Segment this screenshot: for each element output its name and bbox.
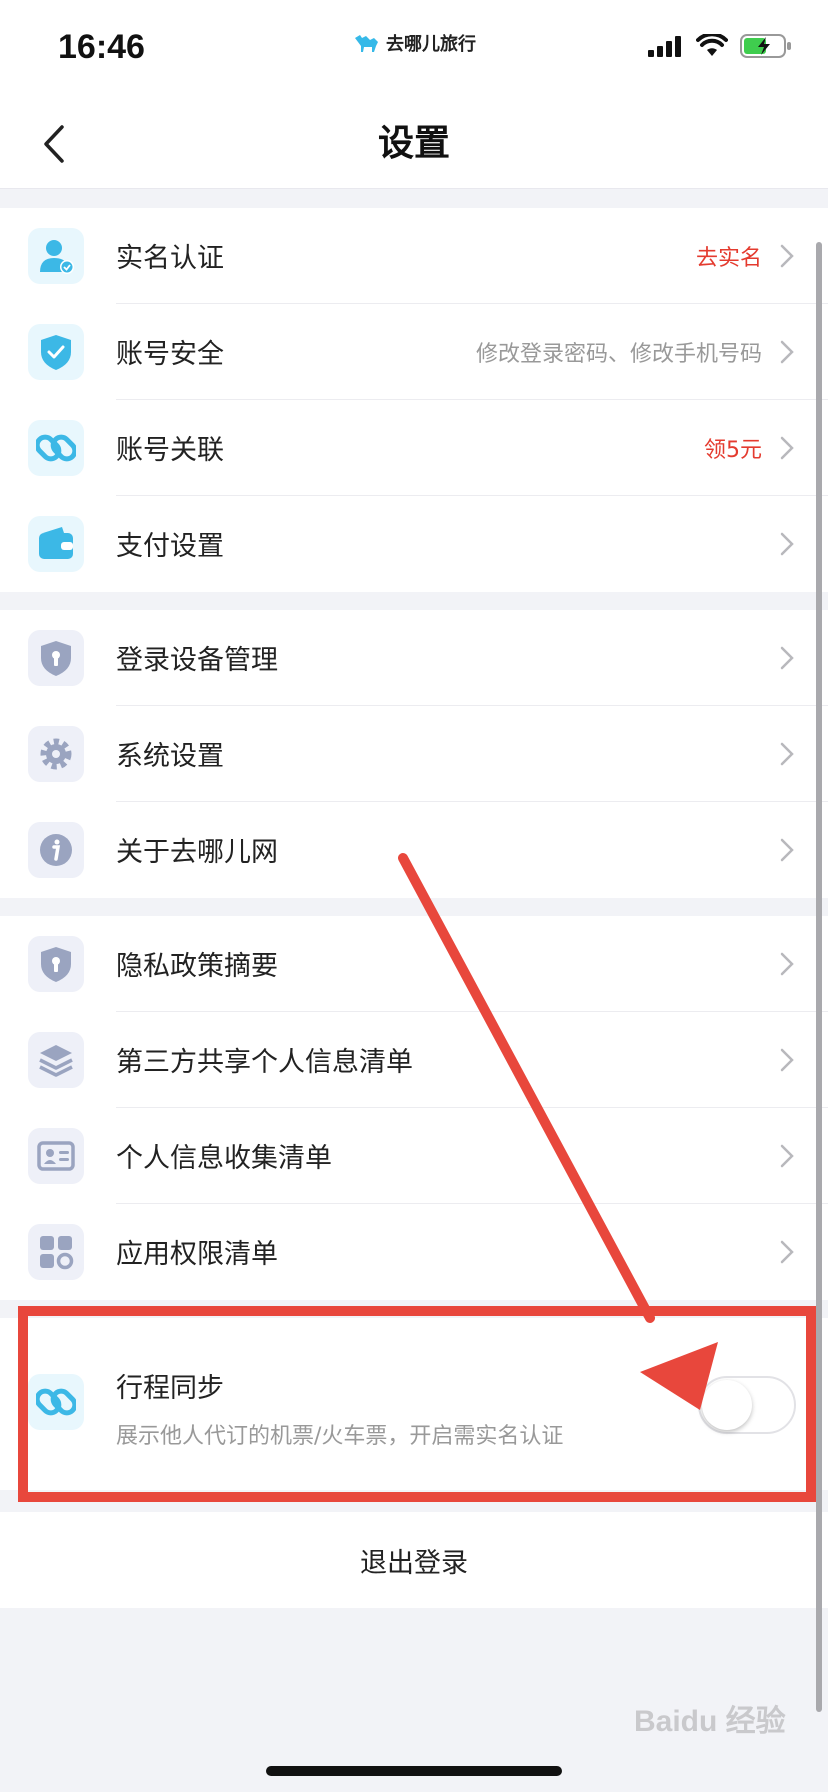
watermark: Baidu 经验 <box>634 1705 786 1738</box>
home-indicator[interactable] <box>266 1766 562 1776</box>
annotation-arrow <box>398 853 718 1410</box>
